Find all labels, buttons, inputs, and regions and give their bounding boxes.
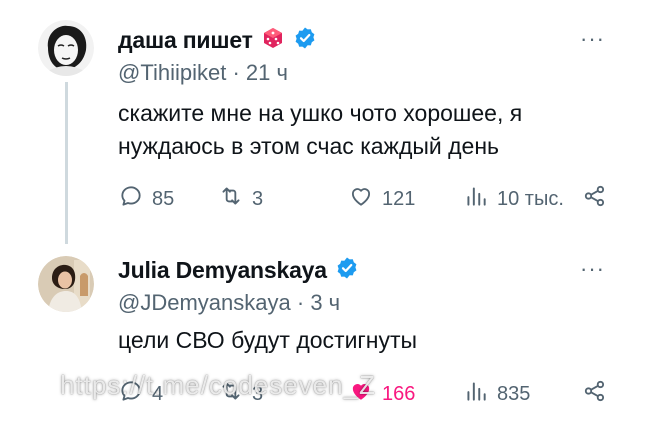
avatar-julia[interactable] <box>38 256 94 312</box>
retweet-button[interactable]: 3 <box>218 379 263 409</box>
retweet-icon <box>218 183 244 215</box>
more-options-icon[interactable]: ··· <box>580 256 605 282</box>
heart-filled-icon <box>348 378 374 410</box>
more-options-icon[interactable]: ··· <box>580 26 605 52</box>
retweet-count: 3 <box>252 382 264 405</box>
reply-icon <box>118 378 144 410</box>
reply-button[interactable]: 85 <box>118 184 174 214</box>
share-button[interactable] <box>582 379 608 409</box>
analytics-icon <box>463 183 489 215</box>
avatar-dasha[interactable] <box>38 20 94 76</box>
tweet-text: цели СВО будут достигнуты <box>118 327 418 353</box>
display-name[interactable]: Julia Demyanskaya <box>118 257 327 284</box>
retweet-icon <box>218 378 244 410</box>
reply-count: 4 <box>152 382 164 405</box>
like-count: 166 <box>382 382 416 405</box>
action-bar: 85 3 121 10 тыс. <box>118 184 618 214</box>
display-name[interactable]: даша пишет <box>118 27 253 54</box>
verified-badge-icon <box>335 256 359 285</box>
dice-icon <box>261 26 285 55</box>
retweet-button[interactable]: 3 <box>218 184 263 214</box>
heart-icon <box>348 183 374 215</box>
reply-icon <box>118 183 144 215</box>
tweet-1[interactable]: даша пишет @Tihiipiket · 21 ч ··· скажит… <box>0 0 655 245</box>
author-row: Julia Demyanskaya <box>118 256 359 285</box>
author-row: даша пишет <box>118 26 317 55</box>
like-count: 121 <box>382 187 416 210</box>
like-button[interactable]: 121 <box>348 184 415 214</box>
separator: · <box>232 60 240 85</box>
verified-badge-icon <box>293 26 317 55</box>
timestamp[interactable]: 3 ч <box>310 290 340 315</box>
share-button[interactable] <box>582 184 608 214</box>
share-icon <box>582 378 608 410</box>
views-count: 10 тыс. <box>497 187 564 210</box>
separator: · <box>296 290 305 315</box>
tweet-text: скажите мне на ушко чото хорошее, я нужд… <box>118 100 523 159</box>
analytics-icon <box>463 378 489 410</box>
handle-time: @JDemyanskaya · 3 ч <box>118 290 340 316</box>
action-bar: 4 3 166 835 <box>118 379 618 409</box>
views-count: 835 <box>497 382 531 405</box>
share-icon <box>582 183 608 215</box>
thread-line <box>65 82 68 244</box>
like-button[interactable]: 166 <box>348 379 415 409</box>
views-button[interactable]: 835 <box>463 379 530 409</box>
handle-time: @Tihiipiket · 21 ч <box>118 60 288 86</box>
timestamp[interactable]: 21 ч <box>246 60 288 85</box>
reply-count: 85 <box>152 187 175 210</box>
retweet-count: 3 <box>252 187 264 210</box>
handle[interactable]: @JDemyanskaya <box>118 290 291 315</box>
handle[interactable]: @Tihiipiket <box>118 60 226 85</box>
reply-button[interactable]: 4 <box>118 379 163 409</box>
views-button[interactable]: 10 тыс. <box>463 184 564 214</box>
tweet-2[interactable]: Julia Demyanskaya @JDemyanskaya · 3 ч ··… <box>0 245 655 427</box>
